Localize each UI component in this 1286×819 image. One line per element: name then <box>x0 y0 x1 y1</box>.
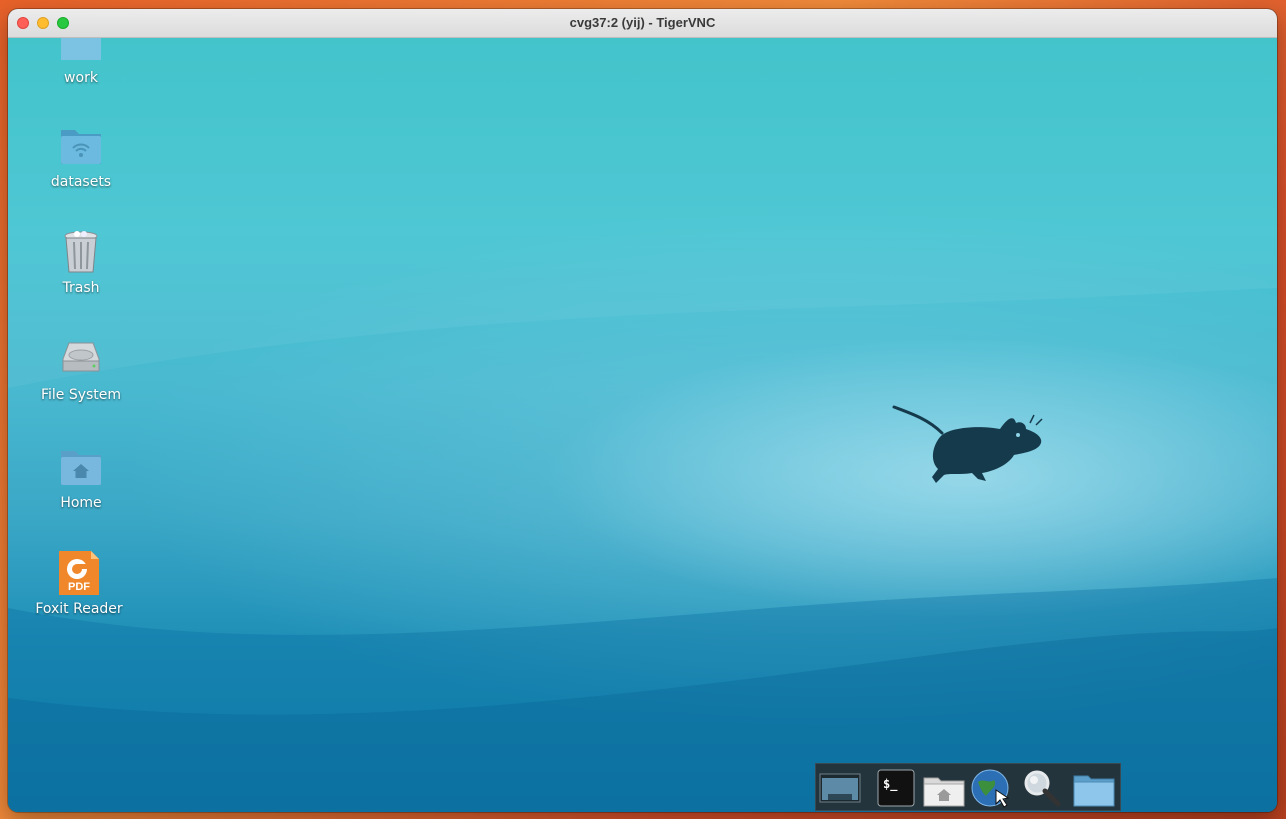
window-title: cvg37:2 (yij) - TigerVNC <box>569 15 716 30</box>
icon-label: Foxit Reader <box>35 601 123 617</box>
desktop-icon-trash[interactable]: Trash <box>26 228 136 296</box>
desktop[interactable]: work datasets Trash File System Home PDF… <box>8 38 1277 812</box>
vnc-window: cvg37:2 (yij) - TigerVNC work datasets T… <box>8 9 1277 812</box>
title-bar[interactable]: cvg37:2 (yij) - TigerVNC <box>8 9 1277 38</box>
desktop-icon-work[interactable]: work <box>26 38 136 86</box>
terminal-icon: $_ <box>877 769 915 807</box>
wallpaper-waves <box>8 38 1277 812</box>
magnifier-icon <box>1024 770 1061 807</box>
dock-show-desktop[interactable] <box>818 768 862 808</box>
globe-icon <box>971 769 1010 808</box>
dock-panel: $_ <box>815 763 1121 811</box>
drive-icon <box>62 342 100 372</box>
network-folder-icon <box>61 130 101 164</box>
xfce-mouse-icon <box>892 405 1043 483</box>
desktop-icon-file-system[interactable]: File System <box>26 335 136 403</box>
desktop-icon-foxit-reader[interactable]: PDF Foxit Reader <box>24 549 134 617</box>
icon-label: Home <box>60 495 102 511</box>
pdf-badge: PDF <box>68 581 90 593</box>
trash-icon <box>64 231 98 273</box>
dock-file-manager[interactable] <box>922 768 966 808</box>
home-folder-icon <box>923 777 965 807</box>
terminal-glyph: $_ <box>883 777 898 792</box>
desktop-icon <box>819 773 861 803</box>
folder-icon <box>61 38 101 60</box>
pdf-icon: PDF <box>59 551 99 595</box>
icon-label: datasets <box>50 174 112 190</box>
desktop-icon-home[interactable]: Home <box>26 443 136 511</box>
home-folder-icon <box>61 451 101 485</box>
icon-label: work <box>64 70 98 86</box>
folder-icon <box>1073 775 1115 807</box>
desktop-icon-datasets[interactable]: datasets <box>26 122 136 190</box>
dock-app-finder[interactable] <box>1020 768 1064 808</box>
icon-label: File System <box>40 387 122 403</box>
dock-web-browser[interactable] <box>970 768 1014 808</box>
icon-label: Trash <box>62 280 100 296</box>
dock-folder[interactable] <box>1072 768 1116 808</box>
dock-terminal[interactable]: $_ <box>874 768 918 808</box>
